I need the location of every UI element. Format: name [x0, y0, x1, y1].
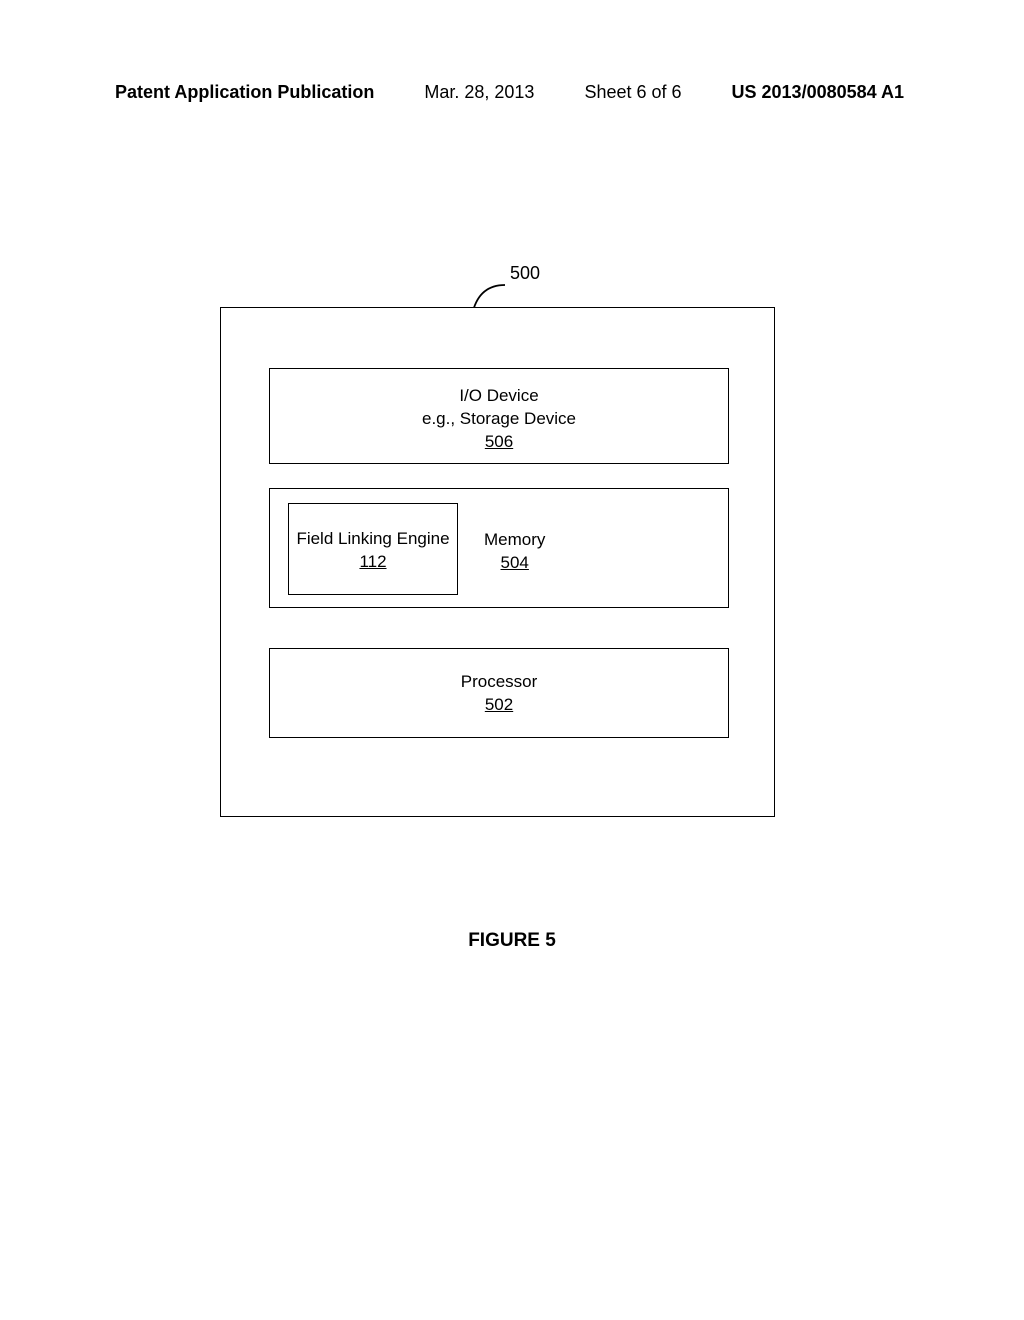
publication-label: Patent Application Publication	[115, 82, 374, 103]
io-line1: I/O Device	[270, 385, 728, 408]
system-box-500: I/O Device e.g., Storage Device 506 Fiel…	[220, 307, 775, 817]
page-header: Patent Application Publication Mar. 28, …	[0, 82, 1024, 103]
document-number: US 2013/0080584 A1	[732, 82, 904, 103]
field-linking-engine-label: Field Linking Engine 112	[289, 528, 457, 574]
processor-label: Processor	[270, 671, 728, 694]
figure-diagram: 500 I/O Device e.g., Storage Device 506 …	[220, 275, 775, 785]
io-ref: 506	[270, 431, 728, 454]
reference-numeral-500: 500	[510, 263, 540, 284]
memory-box: Field Linking Engine 112 Memory 504	[269, 488, 729, 608]
publication-date: Mar. 28, 2013	[424, 82, 534, 103]
memory-label: Memory 504	[484, 529, 545, 575]
sheet-label: Sheet 6 of 6	[584, 82, 681, 103]
processor-ref: 502	[270, 694, 728, 717]
processor-box: Processor 502	[269, 648, 729, 738]
field-linking-engine-box: Field Linking Engine 112	[288, 503, 458, 595]
io-device-box: I/O Device e.g., Storage Device 506	[269, 368, 729, 464]
figure-caption: FIGURE 5	[0, 930, 1024, 952]
io-line2: e.g., Storage Device	[270, 408, 728, 431]
